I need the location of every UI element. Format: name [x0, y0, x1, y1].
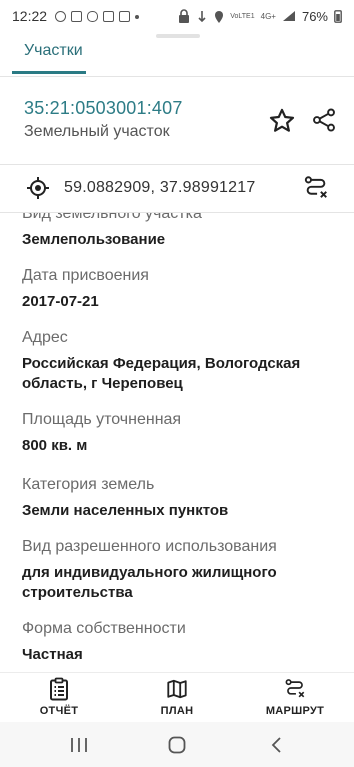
lock-icon [179, 9, 190, 23]
carrier-tag: VoLTE1 [230, 12, 255, 20]
battery-icon [334, 10, 342, 23]
location-icon [215, 10, 224, 23]
star-icon[interactable] [268, 107, 296, 135]
field-value: Земли населенных пунктов [22, 502, 229, 519]
coordinates-row: 59.0882909, 37.98991217 [0, 165, 354, 212]
header: Участки [0, 32, 354, 76]
field-label: Вид земельного участка [22, 213, 202, 222]
share-icon[interactable] [311, 106, 337, 134]
coordinates-text[interactable]: 59.0882909, 37.98991217 [64, 179, 255, 197]
field-value: Частная [22, 646, 83, 663]
status-time: 12:22 [12, 8, 48, 24]
details-list[interactable]: Вид земельного участка Землепользование … [0, 213, 354, 672]
route-icon[interactable] [303, 175, 329, 201]
target-icon[interactable] [26, 176, 50, 200]
field-assignment-date: Дата присвоения 2017-07-21 [22, 267, 149, 312]
route-label: МАРШРУТ [265, 705, 325, 717]
status-right: VoLTE1 4G+ 76% [178, 9, 342, 24]
bottom-nav: ОТЧЁТ ПЛАН МАРШРУТ [0, 672, 354, 722]
field-label: Адрес [22, 329, 68, 346]
field-label: Дата присвоения [22, 267, 149, 284]
youtube-icon [119, 10, 131, 22]
whatsapp-icon [55, 10, 67, 22]
field-land-type: Вид земельного участка Землепользование [22, 213, 202, 250]
route-icon [285, 679, 305, 698]
field-value-line1: для индивидуального жилищного [22, 564, 277, 581]
report-button[interactable]: ОТЧЁТ [14, 677, 104, 717]
field-value: Землепользование [22, 231, 166, 248]
cadastral-number[interactable]: 35:21:0503001:407 [24, 98, 183, 119]
battery-percent: 76% [301, 8, 328, 24]
field-address: Адрес Российская Федерация, Вологодская … [22, 329, 300, 394]
status-left-icons [55, 10, 140, 22]
tab-indicator [12, 71, 86, 74]
field-label: Категория земель [22, 476, 155, 493]
field-value: 800 кв. м [22, 437, 88, 454]
field-land-category: Категория земель Земли населенных пункто… [22, 476, 228, 521]
parcel-card: 35:21:0503001:407 Земельный участок [0, 76, 354, 164]
field-area: Площадь уточненная 800 кв. м [22, 411, 181, 456]
network-type: 4G+ [260, 11, 276, 21]
field-label: Вид разрешенного использования [22, 538, 277, 555]
gamepad-icon [87, 10, 99, 22]
system-nav [0, 722, 354, 767]
field-label: Площадь уточненная [22, 411, 182, 428]
data-icon [198, 11, 206, 22]
home-icon[interactable] [166, 735, 188, 755]
field-ownership: Форма собственности Частная [22, 620, 186, 665]
field-value-line1: Российская Федерация, Вологодская [22, 355, 301, 372]
field-permitted-use: Вид разрешенного использования для индив… [22, 538, 277, 603]
status-bar: 12:22 VoLTE1 4G+ 76% [0, 0, 354, 32]
recent-apps-icon[interactable] [68, 735, 90, 755]
field-value: 2017-07-21 [22, 293, 99, 310]
plan-label: ПЛАН [160, 705, 194, 717]
tab-parcels[interactable]: Участки [24, 42, 83, 60]
dot-icon [135, 14, 140, 19]
parcel-type: Земельный участок [24, 123, 170, 140]
field-value-line2: строительства [22, 584, 133, 601]
notification-icon [103, 10, 115, 22]
field-label: Форма собственности [22, 620, 186, 637]
signal-icon [282, 11, 295, 21]
messages-icon [71, 10, 83, 22]
report-label: ОТЧЁТ [39, 705, 79, 717]
drag-handle[interactable] [156, 34, 200, 38]
field-value-line2: область, г Череповец [22, 375, 183, 392]
back-icon[interactable] [266, 735, 288, 755]
map-icon [167, 679, 187, 699]
route-button[interactable]: МАРШРУТ [250, 677, 340, 717]
plan-button[interactable]: ПЛАН [132, 677, 222, 717]
report-icon [50, 677, 68, 701]
